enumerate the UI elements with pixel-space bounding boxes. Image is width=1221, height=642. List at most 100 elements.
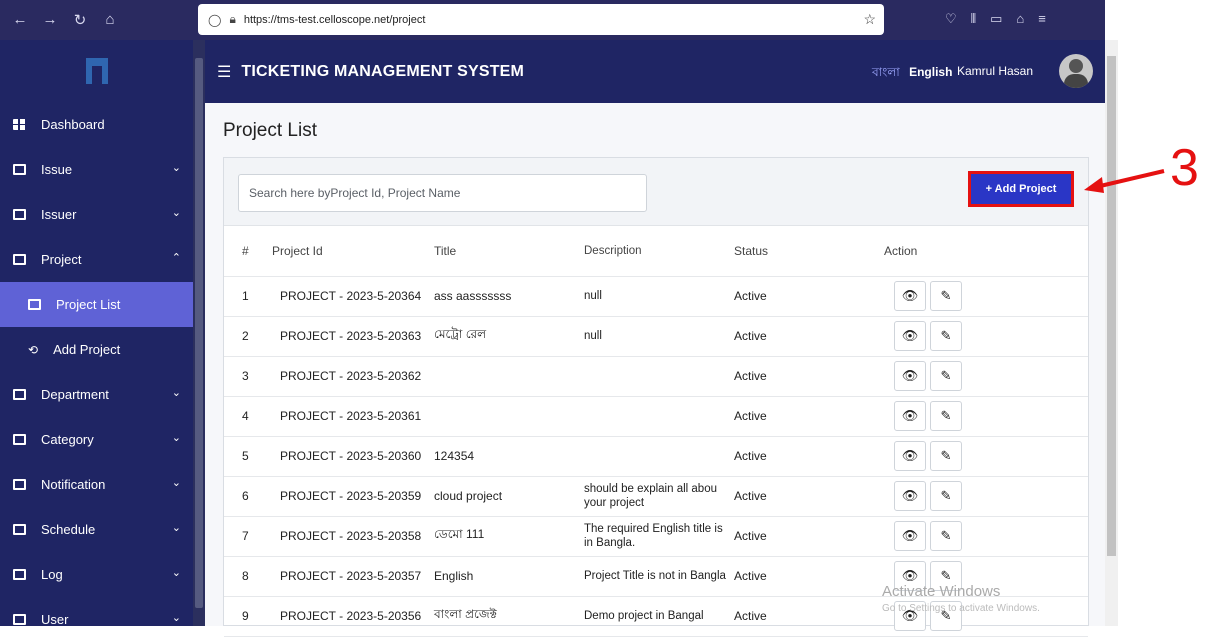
- edit-pencil-icon[interactable]: ✎: [930, 521, 962, 551]
- edit-pencil-icon[interactable]: ✎: [930, 281, 962, 311]
- sidebar-item-issuer[interactable]: Issuer ⌄: [0, 192, 193, 237]
- avatar[interactable]: [1059, 54, 1093, 88]
- cell-project-id: PROJECT - 2023-5-20357: [264, 556, 434, 597]
- cell-project-id: PROJECT - 2023-5-20362: [264, 356, 434, 397]
- sidebar-item-label: Schedule: [41, 522, 96, 537]
- sidebar-toggle-icon[interactable]: ▭: [990, 11, 1002, 27]
- cell-description: Project Title is not in Bangla: [584, 556, 734, 597]
- sidebar-item-log[interactable]: Log ⌄: [0, 552, 193, 597]
- logo-mark: [85, 58, 108, 84]
- cell-description: Demo project in Bangal: [584, 596, 734, 637]
- edit-pencil-icon[interactable]: ✎: [930, 321, 962, 351]
- edit-pencil-icon[interactable]: ✎: [930, 361, 962, 391]
- search-input[interactable]: [238, 174, 647, 212]
- card-header: + Add Project: [224, 158, 1088, 226]
- forward-icon[interactable]: →: [42, 11, 58, 29]
- cell-number: 5: [224, 436, 264, 477]
- cell-status: Active: [734, 396, 884, 437]
- sidebar-item-label: Department: [41, 387, 109, 402]
- cell-description: [584, 396, 734, 437]
- app-header: ☰ TICKETING MANAGEMENT SYSTEM বাংলা Engl…: [205, 40, 1105, 103]
- library-icon[interactable]: ⫴: [971, 11, 976, 27]
- cell-description: [584, 356, 734, 397]
- sidebar-item-user[interactable]: User ⌄: [0, 597, 193, 642]
- table-row: 2 PROJECT - 2023-5-20363 মেট্রো রেল null…: [224, 316, 1088, 357]
- cell-status: Active: [734, 516, 884, 557]
- list-icon: [13, 524, 26, 535]
- reload-icon[interactable]: ↻: [72, 11, 88, 29]
- sidebar-item-label: Category: [41, 432, 94, 447]
- sidebar-item-department[interactable]: Department ⌄: [0, 372, 193, 417]
- chevron-down-icon: ⌄: [171, 477, 181, 489]
- col-status: Status: [734, 226, 884, 277]
- dashboard-icon: [13, 119, 26, 130]
- back-icon[interactable]: ←: [12, 11, 28, 29]
- view-eye-icon[interactable]: 👁︎: [894, 441, 926, 471]
- cell-description: null: [584, 316, 734, 357]
- sidebar-item-project[interactable]: Project ⌃: [0, 237, 193, 282]
- add-project-button[interactable]: + Add Project: [968, 171, 1074, 207]
- col-title: Title: [434, 226, 584, 277]
- sidebar-item-schedule[interactable]: Schedule ⌄: [0, 507, 193, 552]
- cell-title: ass aasssssss: [434, 276, 584, 317]
- cell-status: Active: [734, 476, 884, 517]
- address-bar[interactable]: ◯ 🔒︎ https://tms-test.celloscope.net/pro…: [198, 4, 884, 35]
- sidebar-item-label: User: [41, 612, 69, 627]
- sidebar-item-dashboard[interactable]: Dashboard: [0, 102, 193, 147]
- cell-title: ডেমো 111: [434, 516, 584, 557]
- table-row: 3 PROJECT - 2023-5-20362 Active 👁︎ ✎: [224, 356, 1088, 397]
- page-scrollbar[interactable]: [1105, 40, 1118, 626]
- edit-pencil-icon[interactable]: ✎: [930, 441, 962, 471]
- history-icon: ⟲: [28, 342, 39, 357]
- cell-project-id: PROJECT - 2023-5-20364: [264, 276, 434, 317]
- lang-bangla[interactable]: বাংলা: [872, 65, 900, 79]
- cell-status: Active: [734, 316, 884, 357]
- view-eye-icon[interactable]: 👁︎: [894, 521, 926, 551]
- view-eye-icon[interactable]: 👁︎: [894, 281, 926, 311]
- shield-icon: ◯: [208, 12, 222, 27]
- cell-number: 6: [224, 476, 264, 517]
- sidebar-item-add-project[interactable]: ⟲ Add Project: [0, 327, 193, 372]
- lang-english[interactable]: English: [909, 65, 952, 79]
- cell-description: should be explain all abou your project: [584, 476, 734, 517]
- app-title: TICKETING MANAGEMENT SYSTEM: [241, 62, 525, 80]
- sidebar-scrollbar[interactable]: [193, 40, 205, 626]
- table-row: 9 PROJECT - 2023-5-20356 বাংলা প্রজেক্ট …: [224, 596, 1088, 637]
- cell-number: 3: [224, 356, 264, 397]
- view-eye-icon[interactable]: 👁︎: [894, 401, 926, 431]
- cell-description: [584, 436, 734, 477]
- hamburger-icon[interactable]: ☰: [217, 62, 231, 82]
- cell-project-id: PROJECT - 2023-5-20359: [264, 476, 434, 517]
- bookmark-star-icon[interactable]: ☆: [863, 11, 876, 28]
- cell-number: 1: [224, 276, 264, 317]
- view-eye-icon[interactable]: 👁︎: [894, 361, 926, 391]
- user-name[interactable]: Kamrul Hasan: [957, 64, 1033, 78]
- view-eye-icon[interactable]: 👁︎: [894, 481, 926, 511]
- list-icon: [13, 569, 26, 580]
- table-row: 5 PROJECT - 2023-5-20360 124354 Active 👁…: [224, 436, 1088, 477]
- edit-pencil-icon[interactable]: ✎: [930, 401, 962, 431]
- sidebar-item-category[interactable]: Category ⌄: [0, 417, 193, 462]
- sidebar-item-issue[interactable]: Issue ⌄: [0, 147, 193, 192]
- pocket-icon[interactable]: ♡: [945, 11, 957, 27]
- scrollbar-thumb[interactable]: [1107, 56, 1116, 556]
- sidebar-item-project-list[interactable]: Project List: [0, 282, 193, 327]
- sidebar-item-label: Notification: [41, 477, 106, 492]
- cell-number: 9: [224, 596, 264, 637]
- menu-icon[interactable]: ≡: [1038, 11, 1046, 27]
- scrollbar-thumb[interactable]: [195, 58, 203, 608]
- browser-toolbar: ← → ↻ ⌂ ◯ 🔒︎ https://tms-test.celloscope…: [0, 0, 1105, 40]
- account-icon[interactable]: ⌂: [1016, 11, 1024, 27]
- table-row: 1 PROJECT - 2023-5-20364 ass aasssssss n…: [224, 276, 1088, 317]
- sidebar-item-label: Issuer: [41, 207, 77, 222]
- col-project-id: Project Id: [264, 226, 434, 277]
- view-eye-icon[interactable]: 👁︎: [894, 321, 926, 351]
- list-icon: [13, 434, 26, 445]
- sidebar: Dashboard Issue ⌄ Issuer ⌄ Project ⌃ Pro…: [0, 40, 193, 627]
- sidebar-item-label: Project: [41, 252, 82, 267]
- home-icon[interactable]: ⌂: [102, 11, 118, 29]
- sidebar-item-notification[interactable]: Notification ⌄: [0, 462, 193, 507]
- cell-number: 8: [224, 556, 264, 597]
- cell-title: [434, 356, 584, 397]
- edit-pencil-icon[interactable]: ✎: [930, 481, 962, 511]
